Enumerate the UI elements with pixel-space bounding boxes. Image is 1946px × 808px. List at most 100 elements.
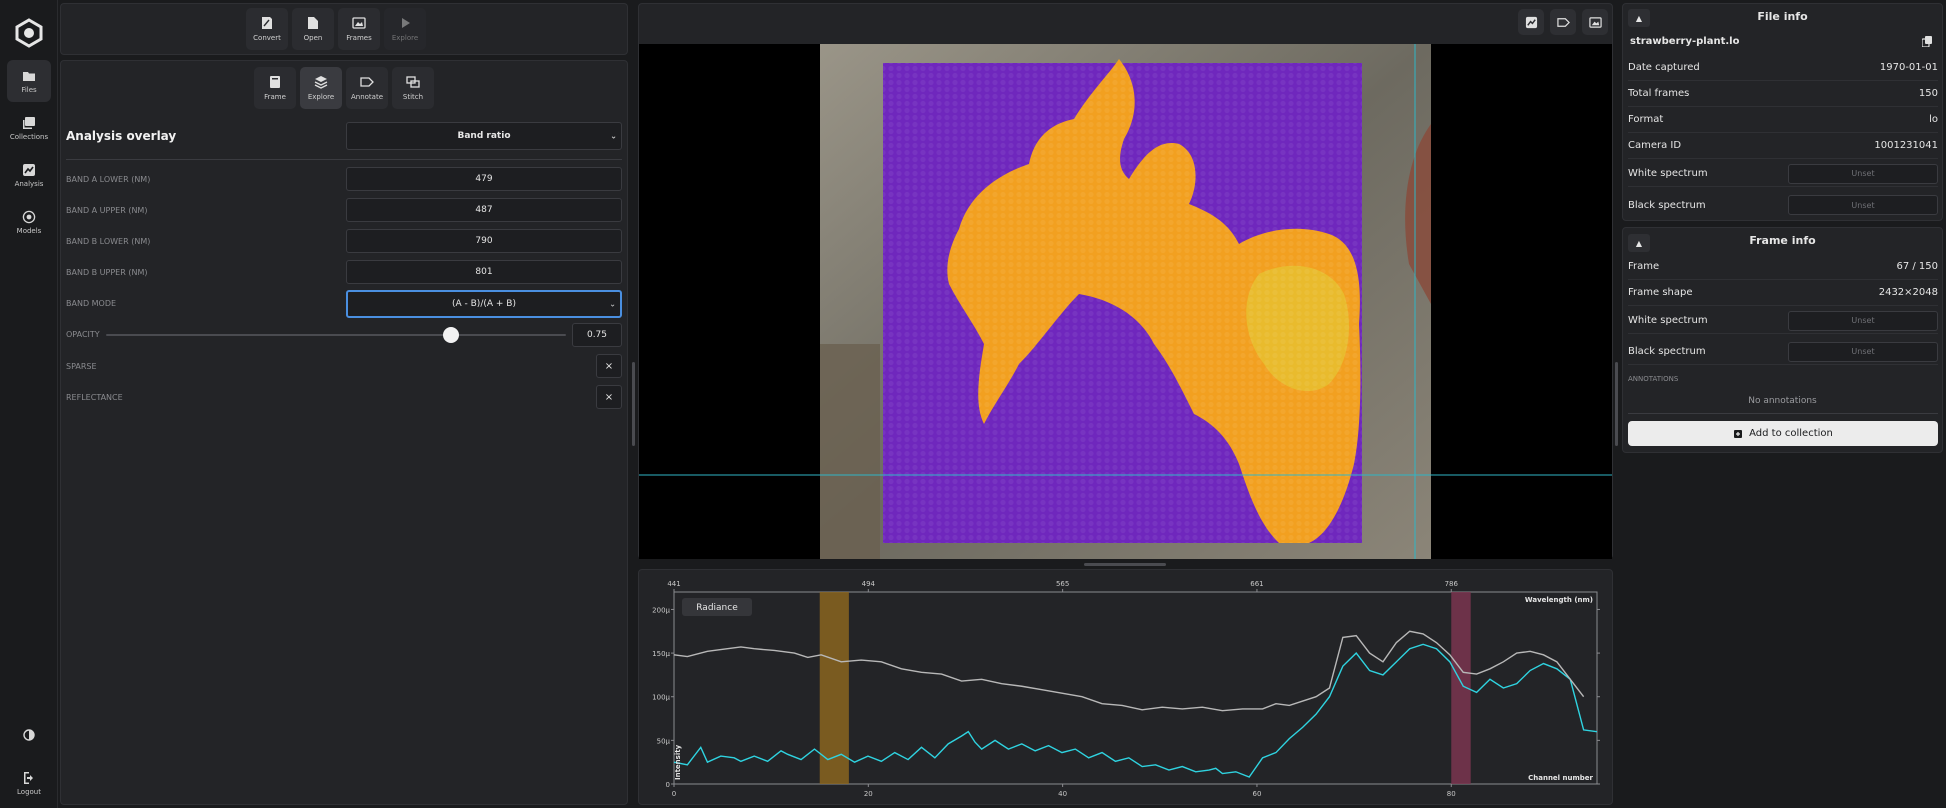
sparse-toggle[interactable]: × [596,354,622,378]
top-toolbar: Convert Open Frames Explore [246,8,426,50]
divider [66,159,622,160]
add-to-collection-button[interactable]: Add to collection [1628,421,1938,446]
file-info-row-value: 1001231041 [1874,140,1938,151]
file-info-title: File info [1757,10,1808,23]
legend-label: Radiance [696,603,738,613]
contrast-icon [23,729,35,741]
file-info-row-value: lo [1929,114,1938,125]
explore-button-disabled[interactable]: Explore [384,8,426,50]
overlay-type-select[interactable]: Band ratio ⌄ [346,122,622,150]
convert-button[interactable]: Convert [246,8,288,50]
chart-icon [23,163,35,176]
band-a-upper-input[interactable]: 487 [346,198,622,222]
x2-tick-label: 494 [862,580,876,588]
chevron-down-icon: ⌄ [610,131,617,141]
play-icon [402,18,410,28]
file-info-row: Total frames 150 [1628,81,1938,107]
rail-item-models[interactable]: Models [7,201,51,243]
overlay-type-value: Band ratio [457,131,511,141]
file-black-spectrum-button[interactable]: Unset [1788,195,1938,215]
x2-tick-label: 786 [1445,580,1459,588]
app-rail: Files Collections Analysis Models Logout [0,0,58,808]
y-axis-label: Intensity [674,744,682,780]
file-info-row: Date captured 1970-01-01 [1628,55,1938,81]
frame-info-title: Frame info [1749,234,1816,247]
x2-tick-label: 565 [1056,580,1069,588]
y-tick-label: 200µ [652,606,670,614]
frame-number-value: 67 / 150 [1896,261,1938,272]
explore-mode-button[interactable]: Explore [300,67,342,109]
band-a-lower-input[interactable]: 479 [346,167,622,191]
rail-label-models: Models [16,226,42,235]
rail-label-collections: Collections [9,132,49,141]
band-b-upper-input[interactable]: 801 [346,260,622,284]
viewer-resize-handle[interactable] [1084,563,1166,566]
spectrum-view-button[interactable] [1518,9,1544,35]
opacity-slider-thumb[interactable] [443,327,459,343]
convert-label: Convert [253,34,281,42]
open-button[interactable]: Open [292,8,334,50]
y-tick-label: 50µ [657,737,671,745]
frame-number-row: Frame 67 / 150 [1628,254,1938,280]
annotation-view-button[interactable] [1550,9,1576,35]
reflectance-toggle[interactable]: × [596,385,622,409]
x2-tick-label: 441 [667,580,680,588]
y-tick-label: 150µ [652,650,670,658]
convert-icon [262,17,272,29]
panel-resize-handle[interactable] [632,362,635,446]
logout-button[interactable]: Logout [7,762,51,804]
frame-black-spectrum-button[interactable]: Unset [1788,341,1938,362]
x-axis-label: Channel number [1528,774,1593,782]
x-tick-label: 40 [1058,790,1067,798]
image-view-button[interactable] [1582,9,1608,35]
x-tick-label: 20 [864,790,873,798]
no-annotations-text: No annotations [1748,396,1817,406]
annotate-mode-label: Annotate [350,93,384,101]
annotate-mode-button[interactable]: Annotate [346,67,388,109]
band-mode-label: BAND MODE [66,299,117,308]
theme-toggle[interactable] [7,720,51,750]
explore-mode-label: Explore [307,93,335,101]
rail-item-collections[interactable]: Collections [7,107,51,149]
band-b-lower-input[interactable]: 790 [346,229,622,253]
spectrum-chart[interactable]: 0 50µ 100µ 150µ 200µ 0 20 40 60 80 441 494 565 661 786… [639,570,1612,804]
stitch-mode-button[interactable]: Stitch [392,67,434,109]
chart-icon [1525,16,1537,28]
opacity-input[interactable]: 0.75 [572,323,622,347]
right-panel-resize-handle[interactable] [1615,362,1618,446]
add-collection-icon [1734,429,1743,438]
band-b-lower-label: BAND B LOWER (NM) [66,237,151,246]
x2-tick-label: 661 [1250,580,1263,588]
chevron-down-icon: ⌄ [609,299,616,309]
band-mode-value: (A - B)/(A + B) [452,299,516,309]
rail-item-files[interactable]: Files [7,60,51,102]
opacity-label: OPACITY [66,330,100,339]
file-black-spectrum-label: Black spectrum [1628,199,1706,211]
frame-shape-label: Frame shape [1628,287,1693,298]
reflectance-label: REFLECTANCE [66,393,123,402]
opacity-slider-track[interactable] [106,334,566,336]
rail-item-analysis[interactable]: Analysis [7,154,51,196]
frame-black-spectrum-row: Black spectrum Unset [1628,339,1938,365]
file-icon [308,17,318,29]
band-mode-select[interactable]: (A - B)/(A + B) ⌄ [346,290,622,318]
annotations-label: ANNOTATIONS [1628,375,1679,383]
stitch-icon [406,76,420,88]
copy-icon[interactable] [1922,36,1932,47]
divider [1628,413,1938,414]
frame-white-spectrum-button[interactable]: Unset [1788,310,1938,331]
file-white-spectrum-button[interactable]: Unset [1788,163,1938,184]
file-name: strawberry-plant.lo [1630,36,1740,47]
analysis-overlay-title: Analysis overlay [66,129,177,143]
file-info-row: Format lo [1628,107,1938,133]
x-tick-label: 60 [1252,790,1261,798]
frames-button[interactable]: Frames [338,8,380,50]
frame-mode-button[interactable]: Frame [254,67,296,109]
rail-label-files: Files [21,85,37,94]
add-to-collection-label: Add to collection [1749,428,1833,439]
frame-black-spectrum-label: Black spectrum [1628,346,1706,357]
file-info-row-label: Total frames [1628,88,1690,99]
hyperspectral-image-canvas[interactable] [639,44,1612,559]
file-white-spectrum-row: White spectrum Unset [1628,161,1938,187]
file-info-row-label: Date captured [1628,62,1700,73]
